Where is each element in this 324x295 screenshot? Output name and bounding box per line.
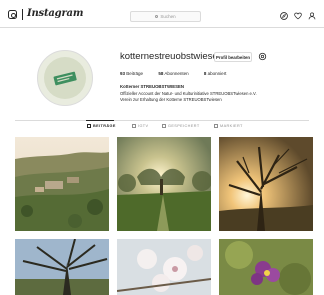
- tab-igtv[interactable]: IGTV: [132, 124, 148, 128]
- post-thumbnail[interactable]: [219, 137, 313, 231]
- post-thumbnail[interactable]: [117, 239, 211, 295]
- search-input[interactable]: Suchen: [130, 11, 201, 22]
- following-label: abonniert: [207, 71, 227, 76]
- post-image-purple-flower: [219, 239, 313, 295]
- followers-stat[interactable]: 58 Abonnenten: [158, 71, 188, 76]
- profile-avatar[interactable]: [37, 50, 93, 106]
- post-image-orchard-sunset: [117, 137, 211, 231]
- tab-posts[interactable]: BEITRÄGE: [87, 124, 116, 128]
- post-image-tree-backlit: [219, 137, 313, 231]
- tab-igtv-label: IGTV: [138, 124, 149, 128]
- posts-stat[interactable]: 93 Beiträge: [120, 71, 143, 76]
- logo-divider: [22, 9, 23, 20]
- bio-line-2: Verein zur Erhaltung der Kotterne STREUO…: [120, 97, 222, 102]
- post-thumbnail[interactable]: [117, 137, 211, 231]
- profile-tabs-divider: [15, 120, 309, 121]
- following-stat[interactable]: 8 abonniert: [204, 71, 227, 76]
- grid-icon: [87, 124, 91, 128]
- top-navigation-bar: Instagram Suchen: [0, 0, 324, 28]
- posts-count: 93: [120, 71, 126, 76]
- post-image-village-aerial: [15, 137, 109, 231]
- igtv-icon: [132, 124, 136, 128]
- tab-tagged[interactable]: MARKIERT: [214, 124, 243, 128]
- post-image-blossoms: [117, 239, 211, 295]
- profile-stats: 93 Beiträge 58 Abonnenten 8 abonniert: [120, 71, 240, 76]
- search-placeholder: Suchen: [160, 14, 176, 19]
- settings-gear-icon[interactable]: [258, 52, 267, 61]
- user-icon[interactable]: [308, 12, 316, 20]
- tab-tagged-label: MARKIERT: [220, 124, 243, 128]
- bookmark-icon: [162, 124, 166, 128]
- instagram-camera-icon[interactable]: [8, 10, 17, 19]
- compass-icon[interactable]: [280, 12, 288, 20]
- followers-count: 58: [158, 71, 164, 76]
- edit-profile-button[interactable]: Profil bearbeiten: [214, 52, 252, 62]
- streuobstwiesen-logo-icon: [53, 71, 77, 86]
- instagram-wordmark[interactable]: Instagram: [27, 8, 83, 19]
- nav-icons: [280, 12, 316, 20]
- search-icon: [155, 15, 159, 18]
- active-tab-indicator: [86, 120, 114, 121]
- post-image-tree-silhouette: [15, 239, 109, 295]
- following-count: 8: [203, 71, 207, 76]
- heart-icon[interactable]: [294, 12, 302, 20]
- posts-label: Beiträge: [126, 71, 144, 76]
- bio-name: Kotterner STREUOBSTWIESEN: [120, 84, 184, 89]
- followers-label: Abonnenten: [164, 71, 189, 76]
- tab-saved-label: GESPEICHERT: [168, 124, 200, 128]
- post-thumbnail[interactable]: [15, 137, 109, 231]
- post-thumbnail[interactable]: [15, 239, 109, 295]
- profile-username: kotternestreuobstwiesen: [120, 51, 223, 62]
- avatar-logo: [44, 57, 86, 99]
- post-thumbnail[interactable]: [219, 239, 313, 295]
- tab-saved[interactable]: GESPEICHERT: [162, 124, 200, 128]
- tab-posts-label: BEITRÄGE: [93, 124, 116, 128]
- tag-icon: [214, 124, 218, 128]
- bio-line-1: Offizieller Account der Natur- und Kultu…: [120, 91, 257, 96]
